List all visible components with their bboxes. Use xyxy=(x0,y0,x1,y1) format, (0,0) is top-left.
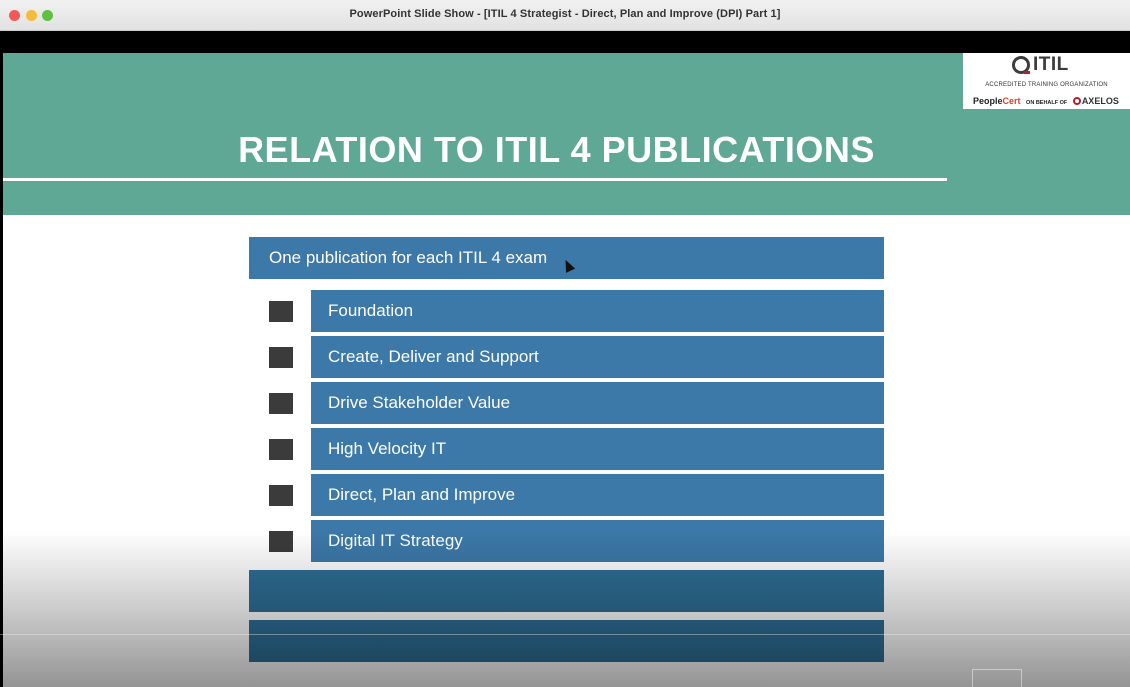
list-item-label: Direct, Plan and Improve xyxy=(328,485,516,504)
list-item-box: High Velocity IT xyxy=(311,428,884,470)
title-bar: PowerPoint Slide Show - [ITIL 4 Strategi… xyxy=(0,0,1130,31)
axelos-logo: AXELOS xyxy=(1072,96,1119,106)
bullet-square-icon xyxy=(269,439,293,460)
list-item-box: Direct, Plan and Improve xyxy=(311,474,884,516)
empty-bar xyxy=(249,570,884,612)
slide[interactable]: RELATION TO ITIL 4 PUBLICATIONS ITIL ACC… xyxy=(3,53,1130,687)
peoplecert-logo: PeopleCert xyxy=(973,96,1021,106)
list-item: Create, Deliver and Support xyxy=(269,336,884,378)
logo-subtitle: ACCREDITED TRAINING ORGANIZATION xyxy=(985,82,1108,88)
video-control-box[interactable] xyxy=(972,669,1022,687)
list-item-box: Drive Stakeholder Value xyxy=(311,382,884,424)
list-item-label: Create, Deliver and Support xyxy=(328,347,539,366)
list-item-box: Digital IT Strategy xyxy=(311,520,884,562)
list-item-label: Foundation xyxy=(328,301,414,320)
list-item: Digital IT Strategy xyxy=(269,520,884,562)
itil-logo: ITIL ACCREDITED TRAINING ORGANIZATION Pe… xyxy=(963,53,1130,109)
list-item: High Velocity IT xyxy=(269,428,884,470)
itil-logo-word: ITIL xyxy=(1033,54,1069,75)
list-item: Foundation xyxy=(269,290,884,332)
list-item-label: Drive Stakeholder Value xyxy=(328,393,511,412)
list-item-box: Foundation xyxy=(311,290,884,332)
list-item-box: Create, Deliver and Support xyxy=(311,336,884,378)
empty-bar xyxy=(249,620,884,662)
main-heading-text: One publication for each ITIL 4 exam xyxy=(269,248,548,267)
slideshow-window: PowerPoint Slide Show - [ITIL 4 Strategi… xyxy=(0,0,1130,687)
bullet-square-icon xyxy=(269,485,293,506)
window-title: PowerPoint Slide Show - [ITIL 4 Strategi… xyxy=(349,8,781,20)
slide-title: RELATION TO ITIL 4 PUBLICATIONS xyxy=(238,129,875,170)
bullet-square-icon xyxy=(269,347,293,368)
logo-partners: PeopleCert ON BEHALF OF AXELOS xyxy=(973,96,1119,106)
list-item-label: High Velocity IT xyxy=(328,439,447,458)
on-behalf-of-label: ON BEHALF OF xyxy=(1026,100,1068,106)
list-item: Direct, Plan and Improve xyxy=(269,474,884,516)
bullet-square-icon xyxy=(269,531,293,552)
list-item: Drive Stakeholder Value xyxy=(269,382,884,424)
itil-logo-icon xyxy=(1012,56,1030,74)
axelos-icon xyxy=(1072,97,1081,105)
video-progress-line[interactable] xyxy=(0,634,1130,635)
list-item-label: Digital IT Strategy xyxy=(328,531,463,550)
bullet-square-icon xyxy=(269,301,293,322)
slide-header: RELATION TO ITIL 4 PUBLICATIONS xyxy=(3,53,1130,215)
title-underline xyxy=(3,178,947,181)
bullet-square-icon xyxy=(269,393,293,414)
